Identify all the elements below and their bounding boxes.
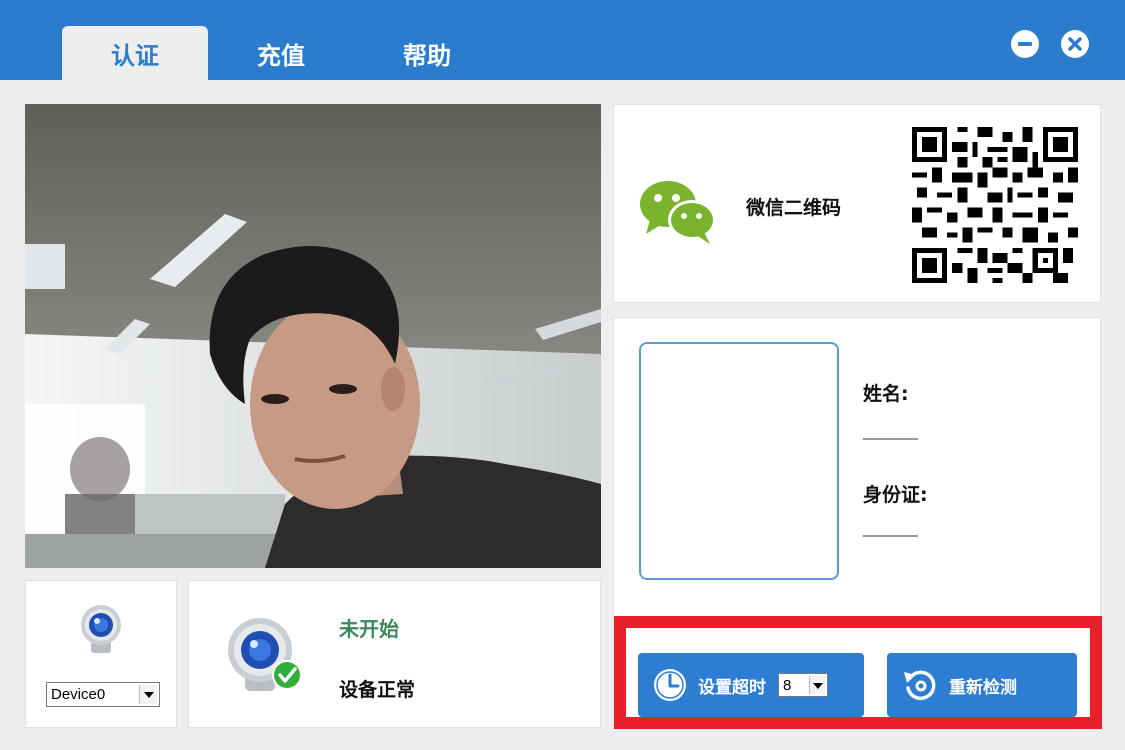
chevron-down-icon[interactable] <box>809 676 825 694</box>
timeout-select-value: 8 <box>783 676 792 694</box>
title-bar: 认证 充值 帮助 <box>0 0 1125 80</box>
name-value: _________ <box>863 424 918 440</box>
device-select-value: Device0 <box>51 686 106 703</box>
recheck-button[interactable]: 重新检测 <box>887 653 1077 717</box>
id-number-value: _________ <box>863 521 918 537</box>
refresh-icon <box>901 666 939 704</box>
wechat-icon <box>638 178 718 250</box>
clock-icon <box>652 667 688 703</box>
minimize-icon[interactable] <box>1011 30 1039 58</box>
tab-recharge[interactable]: 充值 <box>208 26 354 80</box>
close-icon[interactable] <box>1061 30 1089 58</box>
recheck-label: 重新检测 <box>949 677 1017 698</box>
device-select[interactable]: Device0 <box>46 682 160 707</box>
set-timeout-button[interactable]: 设置超时 8 <box>638 653 864 717</box>
device-status-text: 设备正常 <box>339 679 416 701</box>
camera-image <box>25 104 601 568</box>
chevron-down-icon[interactable] <box>139 685 157 704</box>
id-info-panel: 姓名: _________ 身份证: _________ <box>613 317 1101 616</box>
wechat-qr-label: 微信二维码 <box>746 197 842 219</box>
name-label: 姓名: <box>863 383 909 405</box>
id-photo-frame <box>639 342 839 580</box>
timeout-select[interactable]: 8 <box>778 673 828 697</box>
id-number-label: 身份证: <box>863 484 928 506</box>
device-panel: Device0 <box>25 580 177 728</box>
status-panel: 未开始 设备正常 <box>188 580 601 728</box>
set-timeout-label: 设置超时 <box>698 677 766 698</box>
action-bar-highlight: 设置超时 8 重新检测 <box>614 616 1102 729</box>
wechat-panel: 微信二维码 <box>613 104 1101 303</box>
tab-help[interactable]: 帮助 <box>354 26 500 80</box>
camera-preview <box>25 104 601 568</box>
webcam-icon <box>77 603 125 661</box>
status-title: 未开始 <box>339 617 399 641</box>
webcam-ok-icon <box>225 615 305 701</box>
wechat-qr-code <box>912 127 1078 287</box>
tab-auth[interactable]: 认证 <box>62 26 208 80</box>
